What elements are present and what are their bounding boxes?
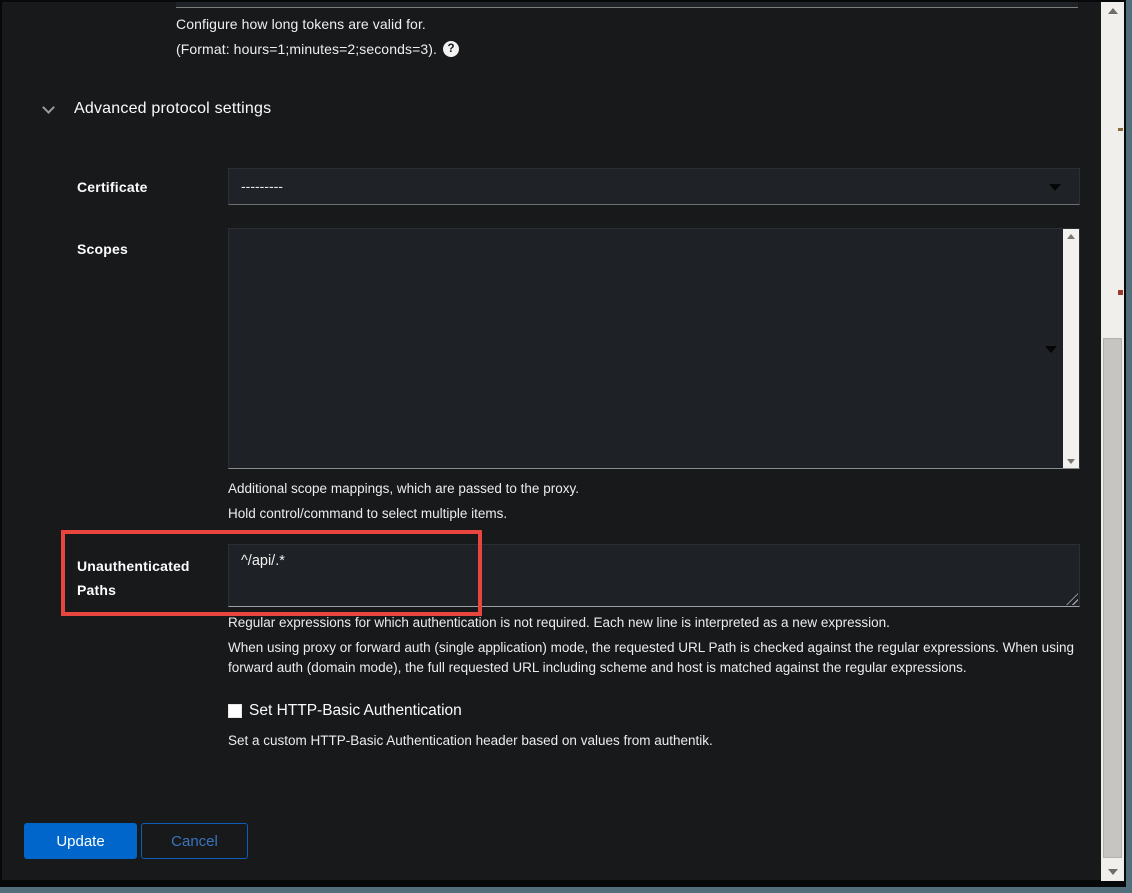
form-content: Configure how long tokens are valid for.… xyxy=(2,2,1101,880)
scopes-help-2: Hold control/command to select multiple … xyxy=(228,504,507,524)
certificate-label: Certificate xyxy=(77,179,148,195)
scopes-scrollbar[interactable] xyxy=(1063,229,1079,468)
scrollbar-mark xyxy=(1118,128,1123,131)
token-validity-help: Configure how long tokens are valid for. xyxy=(176,15,426,33)
scrollbar-mark xyxy=(1118,290,1123,295)
section-title: Advanced protocol settings xyxy=(74,100,271,118)
desktop-background: Configure how long tokens are valid for.… xyxy=(0,0,1132,893)
question-circle-icon[interactable]: ? xyxy=(443,41,459,57)
scroll-up-icon[interactable] xyxy=(1063,229,1079,243)
http-basic-help: Set a custom HTTP-Basic Authentication h… xyxy=(228,731,713,751)
scopes-label: Scopes xyxy=(77,241,128,257)
http-basic-checkbox[interactable] xyxy=(228,704,242,718)
scroll-up-icon[interactable] xyxy=(1101,4,1124,18)
update-button[interactable]: Update xyxy=(24,823,137,859)
scrollbar-thumb[interactable] xyxy=(1103,338,1122,858)
token-validity-format-help: (Format: hours=1;minutes=2;seconds=3). xyxy=(176,40,437,58)
page-scrollbar[interactable] xyxy=(1101,2,1124,881)
cancel-button[interactable]: Cancel xyxy=(141,823,248,859)
caret-down-icon xyxy=(1045,346,1057,353)
token-validity-input[interactable] xyxy=(176,2,1078,8)
unauthenticated-paths-textarea[interactable]: ^/api/.* xyxy=(228,544,1080,607)
unauthenticated-paths-help-1: Regular expressions for which authentica… xyxy=(228,613,1088,633)
browser-window: Configure how long tokens are valid for.… xyxy=(0,0,1126,887)
caret-down-icon xyxy=(1049,184,1061,191)
certificate-select[interactable]: --------- xyxy=(228,168,1080,205)
scopes-multiselect[interactable] xyxy=(228,228,1080,469)
scopes-help-1: Additional scope mappings, which are pas… xyxy=(228,479,579,499)
scroll-down-icon[interactable] xyxy=(1063,454,1079,468)
chevron-down-icon xyxy=(42,101,55,114)
http-basic-checkbox-label[interactable]: Set HTTP-Basic Authentication xyxy=(249,702,462,720)
advanced-protocol-settings-toggle[interactable]: Advanced protocol settings xyxy=(42,100,271,118)
unauthenticated-paths-label: Unauthenticated Paths xyxy=(77,554,217,602)
certificate-selected-value: --------- xyxy=(241,178,283,194)
scroll-down-icon[interactable] xyxy=(1101,865,1124,879)
unauthenticated-paths-help-2: When using proxy or forward auth (single… xyxy=(228,638,1084,678)
